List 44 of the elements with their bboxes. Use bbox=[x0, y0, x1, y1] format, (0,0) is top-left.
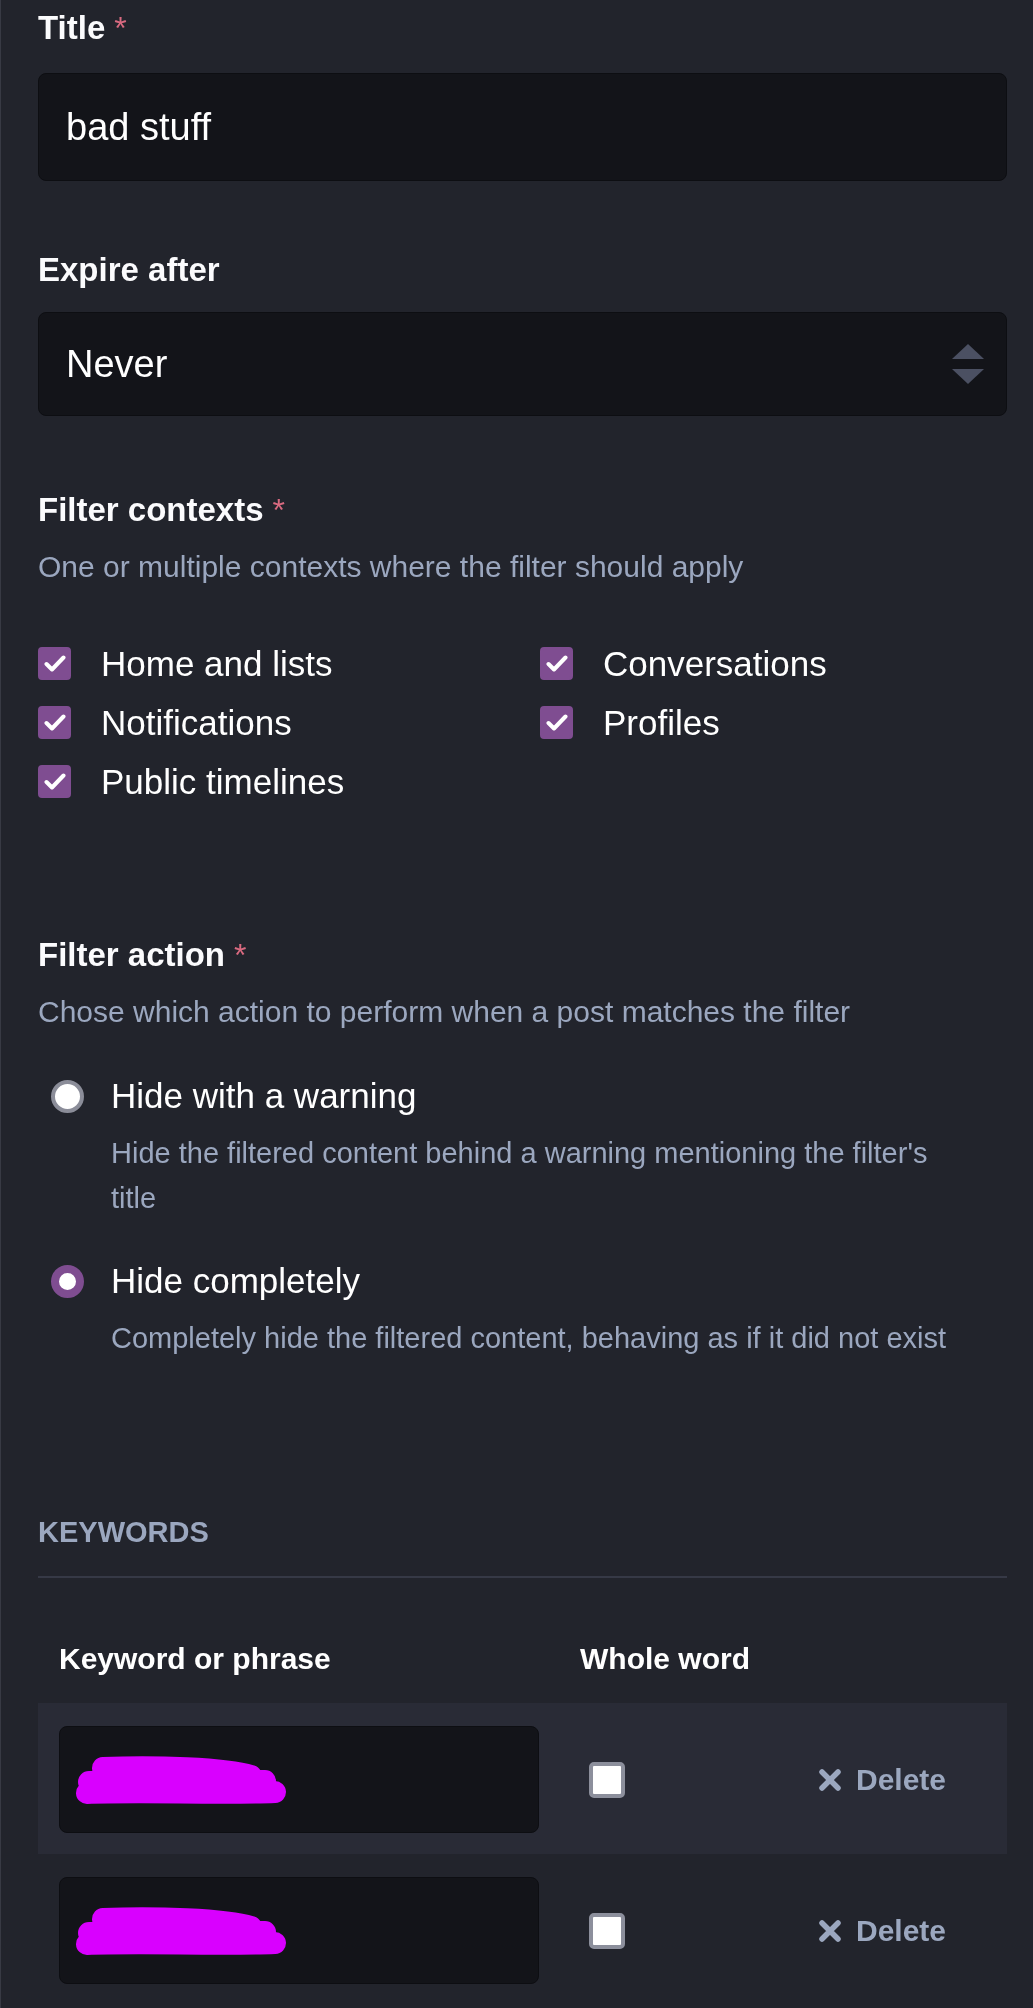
check-icon bbox=[545, 714, 568, 731]
column-header: Whole word bbox=[580, 1641, 750, 1677]
checkbox-label: Home and lists bbox=[101, 642, 333, 685]
expire-select[interactable]: Never bbox=[38, 312, 1007, 416]
checkbox-label: Notifications bbox=[101, 701, 292, 744]
field-label: Filter action bbox=[38, 936, 226, 973]
field-hint: Chose which action to perform when a post matches the filter bbox=[38, 994, 852, 1030]
radio-button[interactable] bbox=[51, 1264, 84, 1298]
checkbox[interactable] bbox=[38, 647, 71, 680]
checkbox[interactable] bbox=[589, 1761, 625, 1798]
title-field[interactable]: bad stuff bbox=[38, 73, 1007, 181]
checkbox-label: Profiles bbox=[603, 701, 720, 744]
option-label: Hide completely bbox=[111, 1260, 360, 1302]
option-description: Completely hide the filtered content, behaving as if it did not exist bbox=[111, 1321, 947, 1356]
option-label: Hide with a warning bbox=[111, 1075, 417, 1117]
checkbox[interactable] bbox=[38, 765, 71, 798]
column-header: Keyword or phrase bbox=[59, 1641, 331, 1677]
sort-arrows-icon bbox=[952, 344, 984, 384]
checkbox[interactable] bbox=[540, 647, 573, 680]
required-asterisk: * bbox=[114, 10, 127, 46]
cross-icon bbox=[819, 1919, 841, 1942]
check-icon bbox=[545, 655, 568, 672]
field-label: Filter contexts bbox=[38, 491, 264, 528]
keyword-field[interactable] bbox=[59, 1726, 539, 1833]
section-heading: KEYWORDS bbox=[38, 1515, 210, 1550]
keyword-field[interactable] bbox=[59, 1877, 539, 1984]
cross-icon bbox=[819, 1768, 841, 1791]
required-asterisk: * bbox=[272, 492, 285, 528]
checkbox[interactable] bbox=[38, 706, 71, 739]
option-description: Hide the filtered content behind a warning mentioning the filter's title bbox=[111, 1136, 929, 1216]
required-asterisk: * bbox=[234, 937, 247, 973]
checkbox-label: Conversations bbox=[603, 642, 827, 685]
delete-button[interactable]: Delete bbox=[819, 1913, 947, 1948]
checkbox[interactable] bbox=[540, 706, 573, 739]
delete-button[interactable]: Delete bbox=[819, 1762, 947, 1797]
checkbox[interactable] bbox=[589, 1912, 625, 1949]
field-hint: One or multiple contexts where the filter should apply bbox=[38, 549, 745, 585]
check-icon bbox=[43, 655, 66, 672]
field-label: Title bbox=[38, 9, 106, 46]
radio-button[interactable] bbox=[51, 1079, 84, 1113]
check-icon bbox=[43, 714, 66, 731]
check-icon bbox=[43, 773, 66, 790]
checkbox-label: Public timelines bbox=[101, 760, 345, 803]
field-label: Expire after bbox=[38, 251, 220, 288]
